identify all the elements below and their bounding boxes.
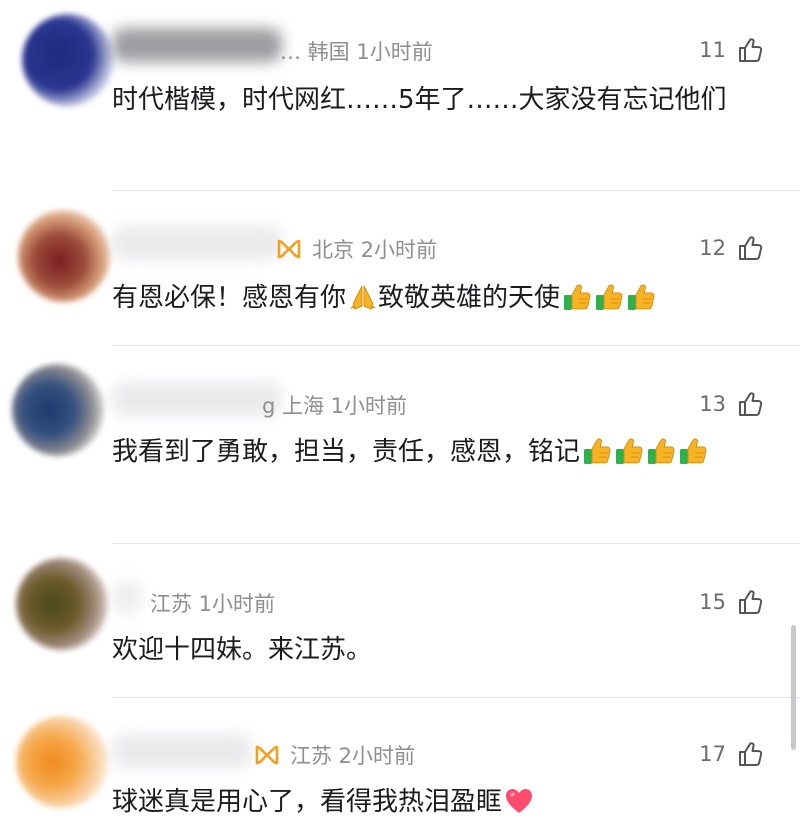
comment-text: 时代楷模，时代网红……5年了……大家没有忘记他们	[112, 78, 752, 122]
avatar[interactable]	[16, 558, 108, 650]
thumbs-up-emoji-icon	[646, 436, 676, 466]
meta-text: … 韩国 1小时前	[280, 40, 433, 64]
comment-meta: 江苏 1小时前	[150, 588, 275, 618]
username-blurred[interactable]	[112, 382, 282, 416]
thumbs-up-emoji-icon	[678, 436, 708, 466]
comment-text: 有恩必保！感恩有你 致敬英雄的天使	[112, 276, 752, 320]
like-button[interactable]: 17	[699, 740, 764, 768]
thumbs-up-icon	[736, 740, 764, 768]
thumbs-up-emoji-icon	[562, 282, 592, 312]
username-blurred[interactable]	[112, 28, 282, 62]
comment-body: 欢迎十四妹。来江苏。	[112, 635, 373, 665]
vip-badge-icon	[276, 238, 302, 260]
avatar[interactable]	[16, 716, 108, 808]
divider	[112, 697, 800, 698]
comment-meta: 江苏 2小时前	[254, 740, 415, 770]
comment-body: 球迷真是用心了，看得我热泪盈眶	[112, 787, 503, 817]
thumbs-up-icon	[736, 390, 764, 418]
divider	[112, 345, 800, 346]
divider	[112, 543, 800, 544]
thumbs-up-emoji-icon	[626, 282, 656, 312]
thumbs-up-emoji-icon	[582, 436, 612, 466]
comment-body: 时代楷模，时代网红……5年了……大家没有忘记他们	[112, 85, 727, 115]
comment-text: 欢迎十四妹。来江苏。	[112, 628, 752, 672]
comment-body-start: 有恩必保！感恩有你	[112, 283, 347, 313]
like-count: 12	[699, 236, 726, 260]
like-button[interactable]: 15	[699, 588, 764, 616]
comment-body-end: 致敬英雄的天使	[378, 283, 561, 313]
like-button[interactable]: 13	[699, 390, 764, 418]
comment-meta: g 上海 1小时前	[262, 390, 407, 420]
comment-meta: … 韩国 1小时前	[280, 36, 433, 66]
meta-text: g 上海 1小时前	[262, 394, 408, 418]
comment-text: 球迷真是用心了，看得我热泪盈眶	[112, 780, 752, 824]
avatar[interactable]	[22, 14, 114, 106]
username-blurred[interactable]	[112, 226, 282, 260]
like-button[interactable]: 11	[699, 36, 764, 64]
like-button[interactable]: 12	[699, 234, 764, 262]
username-blurred[interactable]	[112, 734, 252, 768]
like-count: 13	[699, 392, 726, 416]
thumbs-up-emoji-icon	[594, 282, 624, 312]
meta-text: 江苏 2小时前	[290, 744, 416, 768]
like-count: 11	[699, 38, 726, 62]
avatar[interactable]	[12, 364, 104, 456]
comment-text: 我看到了勇敢，担当，责任，感恩，铭记	[112, 430, 752, 474]
folded-hands-emoji-icon	[348, 282, 378, 312]
avatar[interactable]	[18, 210, 110, 302]
thumbs-up-icon	[736, 36, 764, 64]
meta-text: 北京 2小时前	[312, 238, 438, 262]
like-count: 17	[699, 742, 726, 766]
username-blurred[interactable]	[112, 580, 142, 614]
scrollbar[interactable]	[791, 625, 796, 750]
thumbs-up-icon	[736, 588, 764, 616]
thumbs-up-emoji-icon	[614, 436, 644, 466]
thumbs-up-icon	[736, 234, 764, 262]
like-count: 15	[699, 590, 726, 614]
red-heart-emoji-icon	[504, 786, 534, 816]
divider	[112, 190, 800, 191]
comment-meta: 北京 2小时前	[276, 234, 437, 264]
meta-text: 江苏 1小时前	[150, 592, 276, 616]
comment-body: 我看到了勇敢，担当，责任，感恩，铭记	[112, 437, 581, 467]
vip-badge-icon	[254, 744, 280, 766]
